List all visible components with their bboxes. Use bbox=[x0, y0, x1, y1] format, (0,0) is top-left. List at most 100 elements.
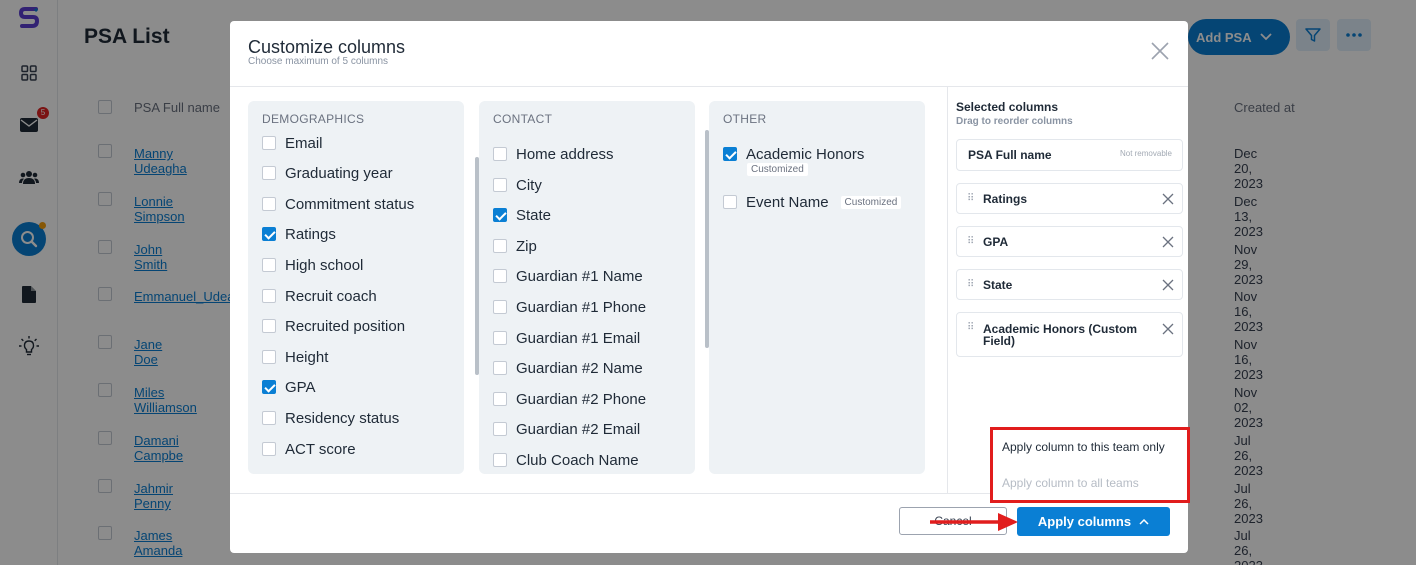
checkbox-checked[interactable] bbox=[493, 208, 507, 222]
option-label: Guardian #2 Email bbox=[516, 420, 641, 438]
remove-icon[interactable] bbox=[1162, 279, 1174, 291]
option-label: Recruited position bbox=[285, 317, 406, 335]
checkbox[interactable] bbox=[723, 195, 737, 209]
option-zip[interactable]: Zip bbox=[493, 236, 537, 256]
selected-column-label: PSA Full name bbox=[968, 148, 1052, 162]
checkbox[interactable] bbox=[262, 258, 276, 272]
option-label: Residency status bbox=[285, 409, 400, 427]
option-label: Zip bbox=[516, 237, 537, 255]
checkbox[interactable] bbox=[493, 453, 507, 467]
chevron-up-icon bbox=[1139, 518, 1149, 525]
checkbox-checked[interactable] bbox=[262, 227, 276, 241]
checkbox[interactable] bbox=[262, 411, 276, 425]
option-label: Academic Honors bbox=[746, 145, 865, 163]
checkbox[interactable] bbox=[493, 239, 507, 253]
option-email[interactable]: Email bbox=[262, 133, 323, 153]
apply-columns-button[interactable]: Apply columns bbox=[1017, 507, 1170, 536]
option-label: Recruit coach bbox=[285, 287, 377, 305]
checkbox-checked[interactable] bbox=[723, 147, 737, 161]
selected-column-item[interactable]: ⠿ State bbox=[956, 269, 1183, 300]
option-guardian2-email[interactable]: Guardian #2 Email bbox=[493, 419, 640, 439]
apply-all-teams-option: Apply column to all teams bbox=[1002, 476, 1139, 490]
option-commitment-status[interactable]: Commitment status bbox=[262, 194, 414, 214]
option-label: Graduating year bbox=[285, 164, 393, 182]
option-label: Email bbox=[285, 134, 323, 152]
customized-tag: Customized bbox=[840, 195, 902, 209]
option-home-address[interactable]: Home address bbox=[493, 144, 614, 164]
option-guardian1-phone[interactable]: Guardian #1 Phone bbox=[493, 297, 646, 317]
selected-column-label: State bbox=[983, 277, 1013, 292]
checkbox-checked[interactable] bbox=[262, 380, 276, 394]
demographics-group: DEMOGRAPHICS Email Graduating year Commi… bbox=[248, 101, 464, 474]
selected-column-item[interactable]: ⠿ Ratings bbox=[956, 183, 1183, 214]
option-ratings[interactable]: Ratings bbox=[262, 224, 336, 244]
option-residency-status[interactable]: Residency status bbox=[262, 408, 399, 428]
modal-subtitle: Choose maximum of 5 columns bbox=[248, 56, 389, 67]
option-label: High school bbox=[285, 256, 364, 274]
option-label: State bbox=[516, 206, 552, 224]
checkbox[interactable] bbox=[262, 350, 276, 364]
drag-handle-icon[interactable]: ⠿ bbox=[967, 323, 979, 333]
selected-column-item[interactable]: ⠿ GPA bbox=[956, 226, 1183, 257]
option-act-score[interactable]: ACT score bbox=[262, 439, 356, 459]
checkbox[interactable] bbox=[262, 166, 276, 180]
option-gpa[interactable]: GPA bbox=[262, 377, 316, 397]
option-label: Guardian #1 Phone bbox=[516, 298, 647, 316]
option-label: Guardian #2 Phone bbox=[516, 390, 647, 408]
customized-tag: Customized bbox=[747, 163, 808, 176]
option-graduating-year[interactable]: Graduating year bbox=[262, 163, 393, 183]
option-city[interactable]: City bbox=[493, 175, 542, 195]
drag-handle-icon[interactable]: ⠿ bbox=[967, 279, 979, 289]
option-label: Club Coach Name bbox=[516, 451, 639, 469]
selected-column-label: GPA bbox=[983, 234, 1009, 249]
option-guardian1-email[interactable]: Guardian #1 Email bbox=[493, 328, 640, 348]
remove-icon[interactable] bbox=[1162, 323, 1174, 335]
selected-column-item[interactable]: ⠿ Academic Honors (Custom Field) bbox=[956, 312, 1183, 357]
checkbox[interactable] bbox=[493, 269, 507, 283]
group-heading: CONTACT bbox=[493, 112, 553, 126]
option-label: GPA bbox=[285, 378, 316, 396]
group-heading: DEMOGRAPHICS bbox=[262, 112, 365, 126]
option-event-name[interactable]: Event Name Customized bbox=[723, 192, 902, 212]
checkbox[interactable] bbox=[262, 289, 276, 303]
selected-column-label: Academic Honors (Custom Field) bbox=[983, 322, 1138, 348]
checkbox[interactable] bbox=[493, 361, 507, 375]
option-guardian2-phone[interactable]: Guardian #2 Phone bbox=[493, 389, 646, 409]
option-guardian1-name[interactable]: Guardian #1 Name bbox=[493, 266, 643, 286]
option-guardian2-name[interactable]: Guardian #2 Name bbox=[493, 358, 643, 378]
close-icon[interactable] bbox=[1150, 41, 1170, 61]
option-state[interactable]: State bbox=[493, 205, 551, 225]
apply-columns-label: Apply columns bbox=[1037, 514, 1132, 529]
drag-handle-icon[interactable]: ⠿ bbox=[967, 236, 979, 246]
option-height[interactable]: Height bbox=[262, 347, 328, 367]
apply-this-team-option[interactable]: Apply column to this team only bbox=[1002, 440, 1165, 454]
option-academic-honors[interactable]: Academic Honors bbox=[723, 144, 864, 164]
other-group: OTHER Academic Honors Customized Event N… bbox=[709, 101, 925, 474]
option-high-school[interactable]: High school bbox=[262, 255, 363, 275]
checkbox[interactable] bbox=[493, 392, 507, 406]
option-recruited-position[interactable]: Recruited position bbox=[262, 316, 405, 336]
option-label: Event Name bbox=[746, 193, 829, 211]
remove-icon[interactable] bbox=[1162, 236, 1174, 248]
option-label: Commitment status bbox=[285, 195, 415, 213]
checkbox[interactable] bbox=[493, 422, 507, 436]
checkbox[interactable] bbox=[262, 136, 276, 150]
arrow-annotation-icon bbox=[930, 513, 1018, 531]
option-club-coach-name[interactable]: Club Coach Name bbox=[493, 450, 639, 470]
checkbox[interactable] bbox=[493, 178, 507, 192]
drag-handle-icon[interactable]: ⠿ bbox=[967, 193, 979, 203]
selected-column-fixed: PSA Full name Not removable bbox=[956, 139, 1183, 171]
option-recruit-coach[interactable]: Recruit coach bbox=[262, 286, 377, 306]
option-label: Guardian #2 Name bbox=[516, 359, 643, 377]
checkbox[interactable] bbox=[493, 147, 507, 161]
option-label: City bbox=[516, 176, 542, 194]
checkbox[interactable] bbox=[493, 331, 507, 345]
checkbox[interactable] bbox=[262, 197, 276, 211]
checkbox[interactable] bbox=[262, 442, 276, 456]
checkbox[interactable] bbox=[493, 300, 507, 314]
remove-icon[interactable] bbox=[1162, 193, 1174, 205]
checkbox[interactable] bbox=[262, 319, 276, 333]
option-label: Ratings bbox=[285, 225, 336, 243]
selected-column-label: Ratings bbox=[983, 191, 1028, 206]
option-label: ACT score bbox=[285, 440, 356, 458]
